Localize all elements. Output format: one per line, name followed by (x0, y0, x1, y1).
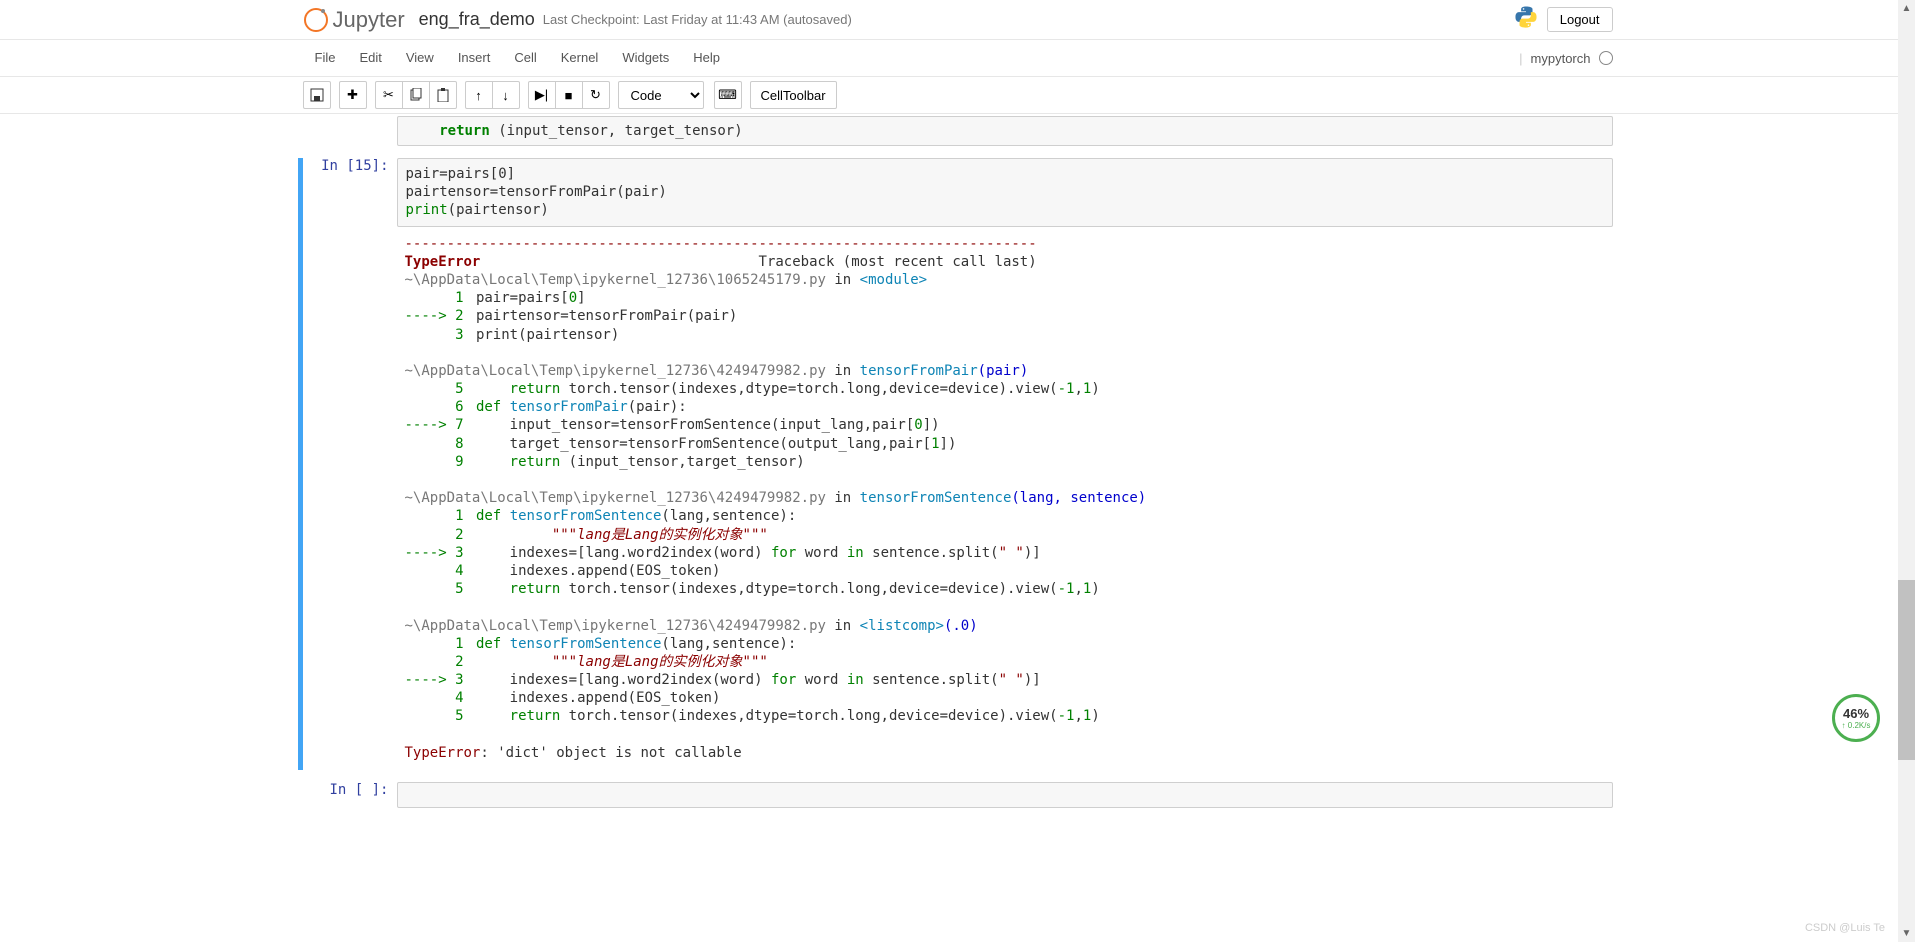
down-icon: ↓ (502, 88, 509, 103)
kernel-name[interactable]: mypytorch (1531, 51, 1591, 66)
menu-view[interactable]: View (394, 40, 446, 76)
plus-icon: ✚ (347, 87, 358, 103)
scroll-down-icon[interactable]: ▼ (1898, 925, 1915, 942)
notebook-area: return (input_tensor, target_tensor) In … (288, 116, 1628, 808)
copy-icon (409, 88, 423, 102)
scroll-up-icon[interactable]: ▲ (1898, 0, 1915, 17)
scrollbar-thumb[interactable] (1898, 580, 1915, 760)
input-prompt: In [15]: (303, 158, 397, 174)
run-icon: ▶| (535, 87, 548, 103)
speed-percent: 46% (1843, 706, 1869, 721)
input-prompt: In [ ]: (303, 782, 397, 798)
watermark: CSDN @Luis Te (1805, 922, 1885, 934)
cell-type-select[interactable]: Code (618, 81, 704, 109)
checkpoint-status: Last Checkpoint: Last Friday at 11:43 AM… (543, 12, 852, 27)
move-up-button[interactable]: ↑ (465, 81, 493, 109)
menu-insert[interactable]: Insert (446, 40, 503, 76)
run-button[interactable]: ▶| (528, 81, 556, 109)
notebook-header: Jupyter eng_fra_demo Last Checkpoint: La… (0, 0, 1915, 40)
save-button[interactable] (303, 81, 331, 109)
add-cell-button[interactable]: ✚ (339, 81, 367, 109)
speed-widget[interactable]: 46% ↑ 0.2K/s (1832, 694, 1880, 742)
celltoolbar-button[interactable]: CellToolbar (750, 81, 837, 109)
kernel-indicator-icon (1599, 51, 1613, 65)
code-input[interactable]: return (input_tensor, target_tensor) (397, 116, 1613, 146)
menu-help[interactable]: Help (681, 40, 732, 76)
stop-icon: ■ (565, 88, 573, 103)
cut-button[interactable]: ✂ (375, 81, 403, 109)
vertical-scrollbar[interactable]: ▲ ▼ (1898, 0, 1915, 942)
up-icon: ↑ (475, 88, 482, 103)
jupyter-icon (303, 7, 329, 33)
python-icon (1513, 4, 1539, 35)
notebook-name[interactable]: eng_fra_demo (419, 9, 535, 30)
keyboard-icon: ⌨ (718, 87, 737, 103)
paste-button[interactable] (429, 81, 457, 109)
menu-edit[interactable]: Edit (347, 40, 393, 76)
menu-cell[interactable]: Cell (502, 40, 548, 76)
logout-button[interactable]: Logout (1547, 7, 1613, 32)
jupyter-logo[interactable]: Jupyter (303, 7, 405, 33)
move-down-button[interactable]: ↓ (492, 81, 520, 109)
cut-icon: ✂ (383, 87, 394, 103)
cell-output-error: ----------------------------------------… (397, 227, 1613, 770)
code-input[interactable] (397, 782, 1613, 808)
menu-file[interactable]: File (303, 40, 348, 76)
speed-rate: ↑ 0.2K/s (1842, 721, 1871, 730)
code-cell-empty[interactable]: In [ ]: (303, 782, 1613, 808)
code-input[interactable]: pair=pairs[0] pairtensor=tensorFromPair(… (397, 158, 1613, 227)
code-cell-15[interactable]: In [15]: pair=pairs[0] pairtensor=tensor… (298, 158, 1613, 770)
command-palette-button[interactable]: ⌨ (714, 81, 742, 109)
code-cell-previous[interactable]: return (input_tensor, target_tensor) (303, 116, 1613, 146)
menu-kernel[interactable]: Kernel (549, 40, 611, 76)
menu-widgets[interactable]: Widgets (610, 40, 681, 76)
copy-button[interactable] (402, 81, 430, 109)
toolbar: ✚ ✂ ↑ ↓ ▶| ■ ↻ Code ⌨ CellToolbar (0, 77, 1915, 114)
stop-button[interactable]: ■ (555, 81, 583, 109)
menubar: File Edit View Insert Cell Kernel Widget… (0, 40, 1915, 77)
restart-icon: ↻ (590, 87, 601, 103)
restart-button[interactable]: ↻ (582, 81, 610, 109)
save-icon (310, 88, 324, 102)
paste-icon (436, 88, 450, 102)
